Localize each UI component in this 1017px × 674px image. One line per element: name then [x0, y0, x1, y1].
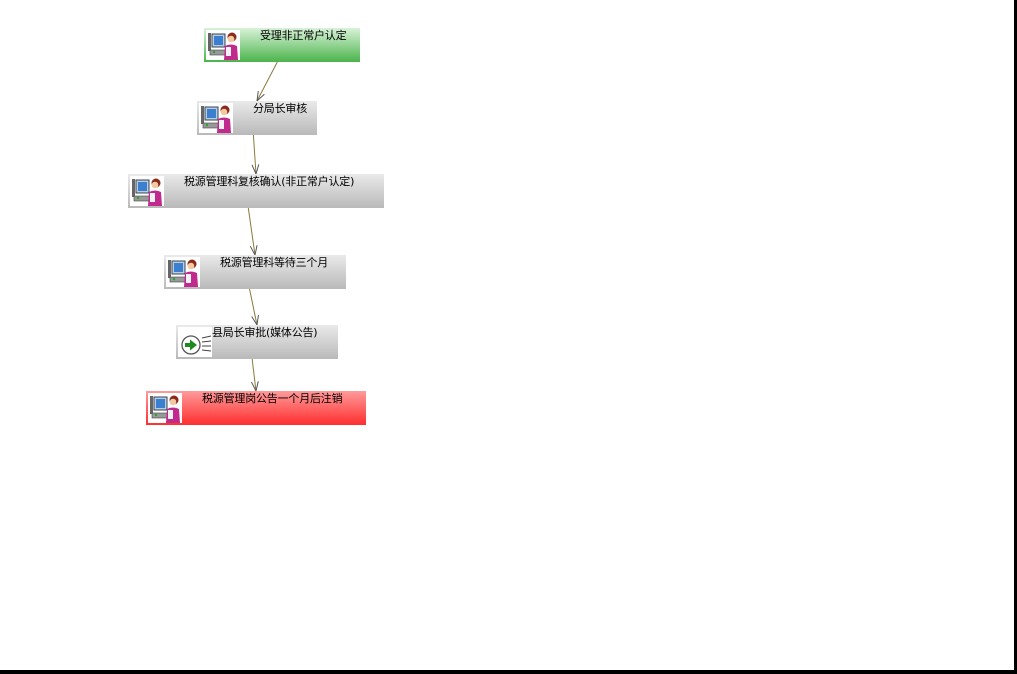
edge-layer: [247, 61, 278, 393]
person-at-computer-icon: [130, 176, 164, 206]
workflow-node-county-approval[interactable]: 县局长审批(媒体公告): [176, 325, 338, 359]
workflow-node-district-review[interactable]: 分局长审核: [197, 101, 317, 135]
arrow-go-icon: [178, 327, 212, 357]
node-label: 税源管理科复核确认(非正常户认定): [184, 175, 355, 188]
node-label: 县局长审批(媒体公告): [212, 326, 318, 339]
arrowhead-n1-n2: [256, 91, 265, 103]
workflow-node-end[interactable]: 税源管理岗公告一个月后注销: [146, 391, 366, 425]
person-at-computer-icon: [166, 257, 200, 287]
node-label: 分局长审核: [253, 102, 307, 115]
person-at-computer-icon: [199, 103, 233, 133]
workflow-node-wait-three-months[interactable]: 税源管理科等待三个月: [164, 255, 346, 289]
workflow-canvas: 受理非正常户认定 分局长审核 税源管理科复核确认(非正常户认定) 税源管理科等待…: [0, 0, 1017, 674]
workflow-node-start[interactable]: 受理非正常户认定: [204, 28, 360, 62]
node-label: 受理非正常户认定: [260, 29, 347, 42]
node-label: 税源管理岗公告一个月后注销: [202, 392, 343, 405]
edge-n1-n2: [256, 61, 278, 102]
person-at-computer-icon: [148, 393, 182, 423]
workflow-node-recheck-confirm[interactable]: 税源管理科复核确认(非正常户认定): [128, 174, 384, 208]
node-label: 税源管理科等待三个月: [220, 256, 328, 269]
person-at-computer-icon: [206, 30, 240, 60]
